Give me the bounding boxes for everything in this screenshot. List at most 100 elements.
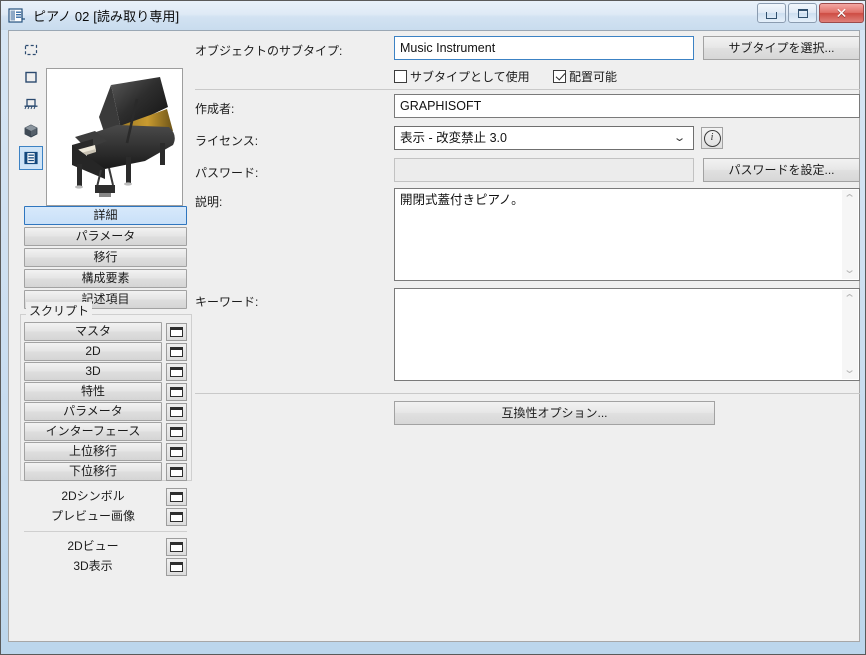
scroll-down-icon[interactable]: ⌄ <box>844 361 857 379</box>
select-subtype-button[interactable]: サブタイプを選択... <box>703 36 860 60</box>
window-icon[interactable] <box>166 442 187 461</box>
nav-item-details[interactable]: 詳細 <box>24 206 187 225</box>
keywords-textarea[interactable]: ⌃ ⌄ <box>394 288 860 381</box>
script-button-list: マスタ 2D 3D 特性 パラメータ インターフェース 上位移行 下位移行 <box>24 322 187 482</box>
view-row-3d-view: 3D表示 <box>24 557 187 576</box>
maximize-icon <box>797 8 808 18</box>
view-mode-toolbar <box>19 38 43 173</box>
window-icon[interactable] <box>166 557 187 576</box>
title-bar: ピアノ 02 [読み取り専用] ✕ <box>1 1 865 30</box>
window-title: ピアノ 02 [読み取り専用] <box>33 9 180 24</box>
use-as-subtype-checkbox[interactable]: サブタイプとして使用 <box>394 68 530 85</box>
description-value: 開閉式蓋付きピアノ。 <box>400 193 524 207</box>
scroll-up-icon[interactable]: ⌃ <box>844 190 857 208</box>
window-icon[interactable] <box>166 537 187 556</box>
nav-item-migration[interactable]: 移行 <box>24 248 187 267</box>
license-value: 表示 - 改変禁止 3.0 <box>400 131 507 145</box>
view-label-2d-symbol: 2Dシンボル <box>61 489 125 503</box>
script-row-interface: インターフェース <box>24 422 187 441</box>
script-row-backward-migration: 下位移行 <box>24 462 187 481</box>
keywords-label: キーワード: <box>195 295 259 309</box>
script-button-parameters[interactable]: パラメータ <box>24 402 162 421</box>
nav-item-parameters[interactable]: パラメータ <box>24 227 187 246</box>
object-settings-window: ピアノ 02 [読み取り専用] ✕ 詳細 パラメータ 移行 構成要素 記述項目 … <box>0 0 866 655</box>
script-row-forward-migration: 上位移行 <box>24 442 187 461</box>
minimize-icon <box>766 12 777 19</box>
script-row-2d: 2D <box>24 342 187 361</box>
details-panel: オブジェクトのサブタイプ: Music Instrument サブタイプを選択.… <box>195 31 861 643</box>
placeable-checkbox[interactable]: 配置可能 <box>553 68 617 85</box>
scroll-down-icon[interactable]: ⌄ <box>844 261 857 279</box>
maximize-button[interactable] <box>788 3 817 23</box>
view-item-list: 2Dシンボル プレビュー画像 2Dビュー 3D表示 <box>24 487 187 577</box>
view-label-2d-view: 2Dビュー <box>67 539 119 553</box>
chevron-down-icon: ⌄ <box>672 132 687 144</box>
script-button-interface[interactable]: インターフェース <box>24 422 162 441</box>
grand-piano-image <box>47 69 182 205</box>
script-row-parameters: パラメータ <box>24 402 187 421</box>
view-list-divider <box>24 531 187 532</box>
author-input[interactable]: GRAPHISOFT <box>394 94 860 118</box>
password-input <box>394 158 694 182</box>
window-icon[interactable] <box>166 402 187 421</box>
set-password-button[interactable]: パスワードを設定... <box>703 158 860 182</box>
nav-item-components[interactable]: 構成要素 <box>24 269 187 288</box>
close-icon: ✕ <box>835 5 848 21</box>
license-select[interactable]: 表示 - 改変禁止 3.0 ⌄ <box>394 126 694 150</box>
view-row-2d-symbol: 2Dシンボル <box>24 487 187 506</box>
view-row-preview-image: プレビュー画像 <box>24 507 187 526</box>
divider-bottom <box>195 393 860 394</box>
window-icon[interactable] <box>166 507 187 526</box>
compatibility-options-button[interactable]: 互換性オプション... <box>394 401 715 425</box>
author-label: 作成者: <box>195 102 235 116</box>
object-preview <box>46 68 183 206</box>
nav-button-list: 詳細 パラメータ 移行 構成要素 記述項目 <box>24 206 187 311</box>
window-icon[interactable] <box>166 362 187 381</box>
subtype-label: オブジェクトのサブタイプ: <box>195 44 343 58</box>
view-row-2d-view: 2Dビュー <box>24 537 187 556</box>
script-button-master[interactable]: マスタ <box>24 322 162 341</box>
details-icon[interactable] <box>19 146 43 170</box>
scroll-up-icon[interactable]: ⌃ <box>844 290 857 308</box>
description-scrollbar[interactable]: ⌃ ⌄ <box>842 190 858 279</box>
keywords-value <box>395 289 859 295</box>
description-label: 説明: <box>195 195 223 209</box>
license-label: ライセンス: <box>195 134 259 148</box>
scripts-group-label: スクリプト <box>26 302 93 319</box>
license-info-button[interactable]: i <box>701 127 723 149</box>
square-icon[interactable] <box>19 65 43 89</box>
window-icon[interactable] <box>166 422 187 441</box>
password-label: パスワード: <box>195 166 259 180</box>
subtype-input[interactable]: Music Instrument <box>394 36 694 60</box>
script-button-properties[interactable]: 特性 <box>24 382 162 401</box>
window-icon[interactable] <box>166 322 187 341</box>
script-row-3d: 3D <box>24 362 187 381</box>
keywords-scrollbar[interactable]: ⌃ ⌄ <box>842 290 858 379</box>
dashed-rect-icon[interactable] <box>19 38 43 62</box>
cube-icon[interactable] <box>19 119 43 143</box>
client-area: 詳細 パラメータ 移行 構成要素 記述項目 スクリプト マスタ 2D 3D 特性 <box>8 30 860 642</box>
script-button-backward-migration[interactable]: 下位移行 <box>24 462 162 481</box>
divider-top <box>195 89 860 90</box>
info-icon: i <box>703 129 721 147</box>
close-button[interactable]: ✕ <box>819 3 864 23</box>
window-icon[interactable] <box>166 487 187 506</box>
section-icon[interactable] <box>19 92 43 116</box>
window-icon[interactable] <box>166 462 187 481</box>
view-label-3d-view: 3D表示 <box>73 559 113 573</box>
description-textarea[interactable]: 開閉式蓋付きピアノ。 ⌃ ⌄ <box>394 188 860 281</box>
script-row-properties: 特性 <box>24 382 187 401</box>
window-icon[interactable] <box>166 382 187 401</box>
script-button-forward-migration[interactable]: 上位移行 <box>24 442 162 461</box>
script-button-2d[interactable]: 2D <box>24 342 162 361</box>
checkbox-box <box>394 70 407 83</box>
script-button-3d[interactable]: 3D <box>24 362 162 381</box>
checkbox-box <box>553 70 566 83</box>
minimize-button[interactable] <box>757 3 786 23</box>
view-label-preview-image: プレビュー画像 <box>50 509 135 523</box>
object-editor-icon <box>8 7 26 25</box>
window-controls: ✕ <box>757 3 864 23</box>
script-row-master: マスタ <box>24 322 187 341</box>
placeable-label: 配置可能 <box>569 70 618 84</box>
window-icon[interactable] <box>166 342 187 361</box>
